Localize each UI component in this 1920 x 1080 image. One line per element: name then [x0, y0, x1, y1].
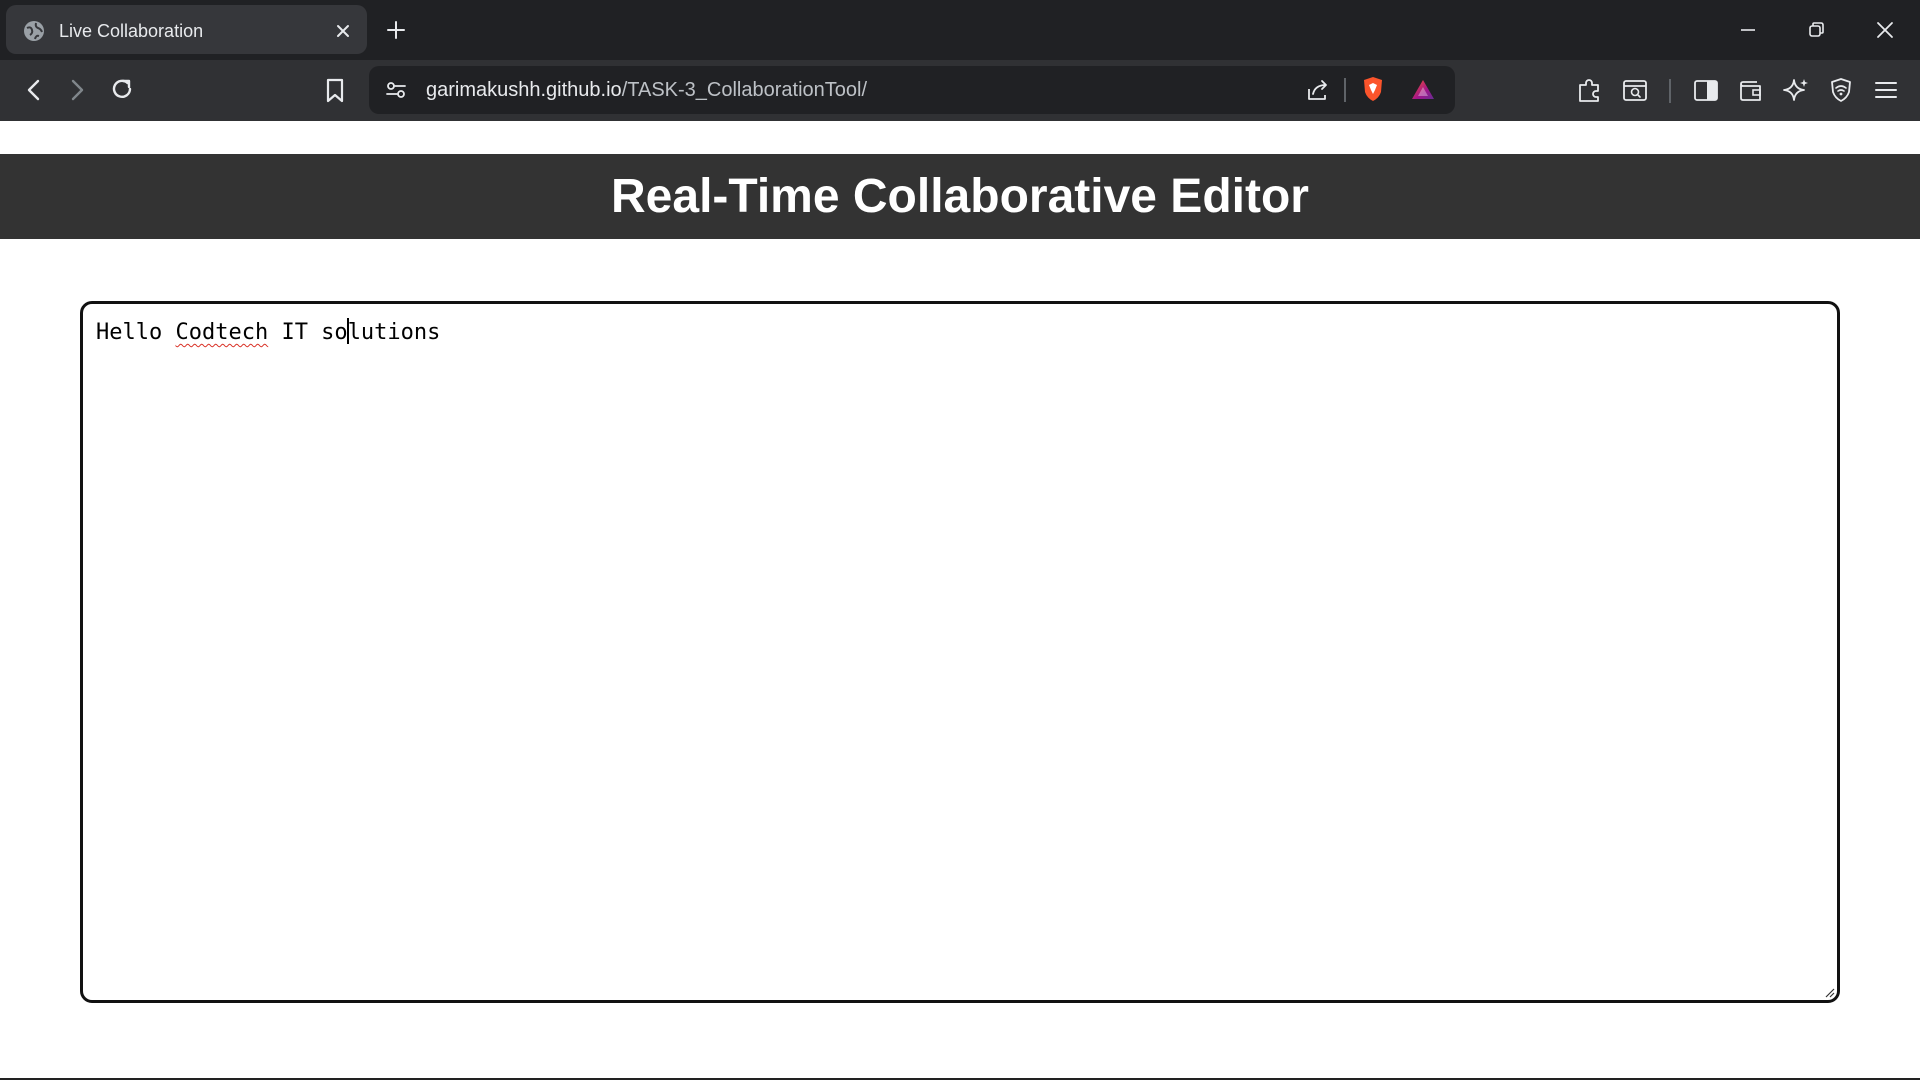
tab-strip: Live Collaboration: [0, 0, 1920, 60]
tab-title: Live Collaboration: [59, 21, 204, 41]
leo-ai-icon[interactable]: [1781, 75, 1811, 105]
globe-icon: [24, 21, 44, 41]
reader-mode-icon[interactable]: [1620, 75, 1650, 105]
brave-shields-icon[interactable]: [1358, 74, 1388, 104]
site-settings-icon[interactable]: [381, 75, 411, 105]
page-content: Real-Time Collaborative Editor Hello Cod…: [0, 121, 1920, 1080]
menu-icon[interactable]: [1871, 75, 1901, 105]
browser-window: Live Collaboration garimakushh.github.io…: [0, 0, 1920, 1080]
page-title: Real-Time Collaborative Editor: [611, 170, 1309, 223]
back-icon[interactable]: [19, 75, 49, 105]
wallet-icon[interactable]: [1736, 75, 1766, 105]
plus-icon[interactable]: [384, 18, 408, 42]
vpn-icon[interactable]: [1826, 75, 1856, 105]
bookmark-icon[interactable]: [320, 75, 350, 105]
close-icon[interactable]: [332, 20, 354, 42]
url-path: /TASK-3_CollaborationTool/: [621, 79, 867, 101]
url-text[interactable]: garimakushh.github.io/TASK-3_Collaborati…: [426, 79, 867, 102]
editor-text-part: lutions: [347, 320, 441, 345]
tab-live-collaboration[interactable]: Live Collaboration: [6, 5, 367, 54]
address-bar-divider: [1344, 78, 1346, 102]
editor-text-part: Hello: [96, 320, 176, 345]
editor-text: Hello Codtech IT solutions: [96, 318, 440, 345]
editor-text-part: IT so: [268, 320, 348, 345]
page-header: Real-Time Collaborative Editor: [0, 154, 1920, 239]
minimize-icon[interactable]: [1732, 14, 1764, 46]
toolbar-divider: [1669, 79, 1671, 103]
share-icon[interactable]: [1303, 75, 1333, 105]
misspelled-word: Codtech: [175, 320, 269, 345]
resize-handle-icon[interactable]: [1823, 986, 1835, 998]
url-host: garimakushh.github.io: [426, 79, 622, 101]
collaborative-editor-textarea[interactable]: Hello Codtech IT solutions: [80, 301, 1840, 1003]
reload-icon[interactable]: [107, 74, 137, 104]
sidebar-icon[interactable]: [1691, 75, 1721, 105]
extensions-icon[interactable]: [1575, 75, 1605, 105]
address-bar[interactable]: garimakushh.github.io/TASK-3_Collaborati…: [369, 66, 1455, 114]
close-icon[interactable]: [1869, 14, 1901, 46]
brave-rewards-icon[interactable]: [1408, 75, 1438, 105]
restore-icon[interactable]: [1800, 14, 1832, 46]
browser-toolbar: garimakushh.github.io/TASK-3_Collaborati…: [0, 60, 1920, 121]
forward-icon[interactable]: [62, 75, 92, 105]
